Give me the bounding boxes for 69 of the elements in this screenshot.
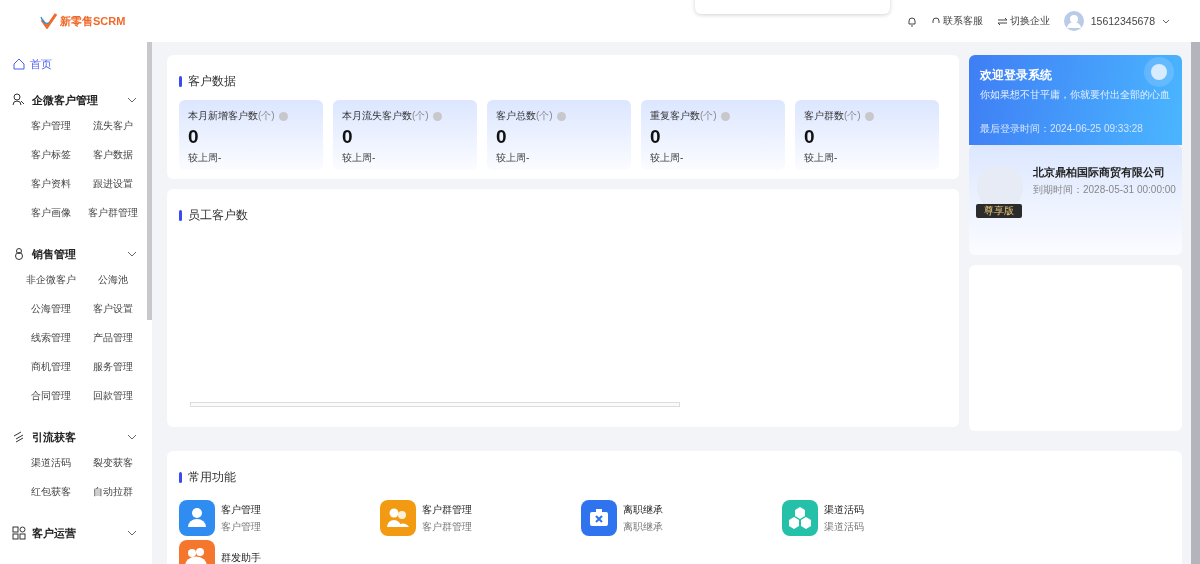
function-shortcut[interactable]: 群发助手 — [179, 542, 380, 564]
sidebar-group-header[interactable]: 引流获客 — [12, 425, 147, 449]
section-title: 员工客户数 — [188, 207, 248, 224]
function-shortcut[interactable]: 客户管理 客户管理 — [179, 502, 380, 534]
sidebar-item[interactable]: 客户标签 — [20, 145, 82, 174]
function-label: 离职继承 — [623, 502, 663, 517]
function-sublabel: 渠道活码 — [824, 519, 864, 534]
stat-value: 0 — [650, 126, 662, 148]
function-shortcut[interactable]: 客户群管理 客户群管理 — [380, 502, 581, 534]
sidebar-item[interactable]: 合同管理 — [20, 386, 82, 415]
sidebar-item[interactable]: 商机管理 — [20, 357, 82, 386]
sidebar-item[interactable]: 渠道活码 — [20, 453, 82, 482]
stat-label: 本月流失客户数(个) — [342, 109, 429, 123]
stat-value: 0 — [342, 126, 354, 148]
sidebar-item[interactable]: 服务管理 — [82, 357, 144, 386]
function-shortcut[interactable]: 离职继承 离职继承 — [581, 502, 782, 534]
stat-label: 客户群数(个) — [804, 109, 861, 123]
sidebar-item[interactable]: 产品管理 — [82, 328, 144, 357]
logo-text: 新零售SCRM — [60, 13, 126, 29]
sidebar-item[interactable]: 客户群管理 — [82, 203, 144, 232]
sidebar-item[interactable]: 客户数据 — [82, 145, 144, 174]
stat-compare: 较上周- — [496, 151, 531, 165]
function-label: 客户管理 — [221, 502, 261, 517]
function-label: 客户群管理 — [422, 502, 472, 517]
section-title: 客户数据 — [188, 73, 236, 90]
stat-compare: 较上周- — [342, 151, 377, 165]
switch-company-link[interactable]: 切换企业 — [996, 14, 1050, 28]
contact-service-link[interactable]: 联系客服 — [930, 14, 983, 28]
stat-value: 0 — [496, 126, 508, 148]
sidebar-group-header[interactable]: 客户运营 — [12, 521, 147, 545]
company-name: 北京鼎柏国际商贸有限公司 — [1033, 165, 1166, 180]
stat-label: 客户总数(个) — [496, 109, 553, 123]
stat-compare: 较上周- — [188, 151, 223, 165]
sidebar-item[interactable]: 自动拉群 — [82, 482, 144, 511]
section-title: 常用功能 — [188, 469, 236, 486]
sidebar-item[interactable]: 回款管理 — [82, 386, 144, 415]
stat-label: 本月新增客户数(个) — [188, 109, 275, 123]
sidebar-item[interactable]: 线索管理 — [20, 328, 82, 357]
user-menu[interactable]: 15612345678 — [1063, 11, 1170, 31]
function-label: 群发助手 — [221, 551, 261, 564]
sidebar-item[interactable]: 客户管理 — [20, 116, 82, 145]
sidebar-item[interactable]: 流失客户 — [82, 116, 144, 145]
function-label: 渠道活码 — [824, 502, 864, 517]
stat-compare: 较上周- — [804, 151, 839, 165]
sidebar-item[interactable]: 客户设置 — [82, 299, 144, 328]
sidebar-item[interactable]: 红包获客 — [20, 482, 82, 511]
sidebar-item[interactable]: 首页 — [12, 50, 147, 78]
sidebar-item[interactable]: 跟进设置 — [82, 174, 144, 203]
sidebar-group-header[interactable]: 销售管理 — [12, 242, 147, 266]
sidebar-group-header[interactable]: 企微客户管理 — [12, 88, 147, 112]
sidebar-item[interactable]: 客户画像 — [20, 203, 82, 232]
last-login-time: 最后登录时间：2024-06-25 09:33:28 — [980, 122, 1143, 136]
function-sublabel: 离职继承 — [623, 519, 663, 534]
welcome-subtitle: 你如果想不甘平庸，你就要付出全部的心血 — [980, 88, 1170, 102]
sidebar-item[interactable]: 裂变获客 — [82, 453, 144, 482]
function-shortcut[interactable]: 渠道活码 渠道活码 — [782, 502, 983, 534]
sidebar-item[interactable]: 公海池 — [82, 270, 144, 299]
welcome-title: 欢迎登录系统 — [980, 67, 1052, 84]
stat-label: 重复客户数(个) — [650, 109, 717, 123]
sidebar-item[interactable]: 公海管理 — [20, 299, 82, 328]
sidebar-item[interactable]: 非企微客户 — [20, 270, 82, 299]
stat-value: 0 — [804, 126, 816, 148]
function-sublabel: 客户群管理 — [422, 519, 472, 534]
expiry-time: 到期时间：2028-05-31 00:00:00 — [1033, 183, 1176, 197]
sidebar-item[interactable]: 客户资料 — [20, 174, 82, 203]
stat-value: 0 — [188, 126, 200, 148]
function-sublabel: 客户管理 — [221, 519, 261, 534]
stat-compare: 较上周- — [650, 151, 685, 165]
edition-badge: 尊享版 — [976, 204, 1022, 218]
